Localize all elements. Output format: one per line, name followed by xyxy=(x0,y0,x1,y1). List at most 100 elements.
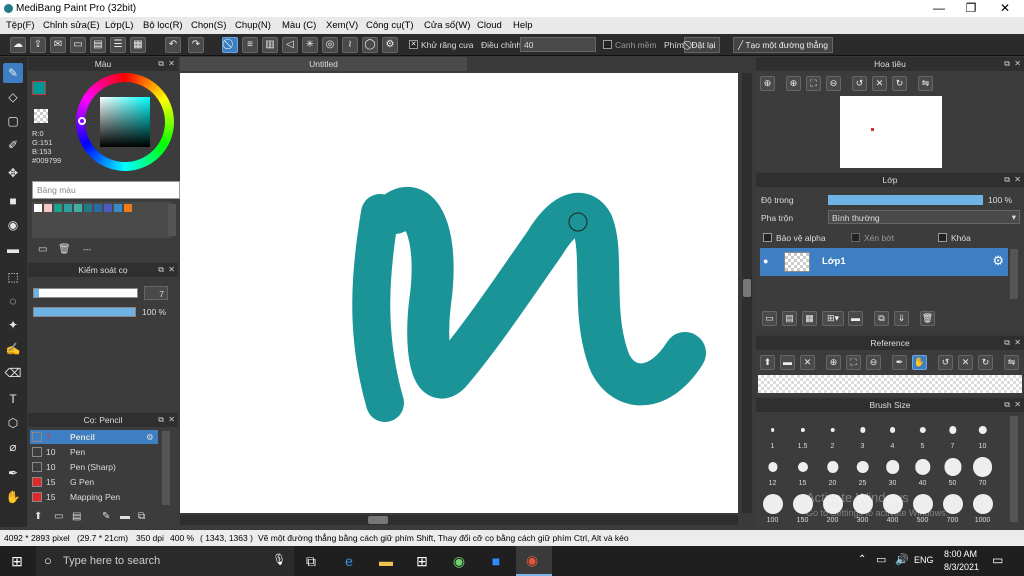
fill-rect-tool-icon[interactable]: ■ xyxy=(3,191,23,211)
close-panel-icon[interactable]: ✕ xyxy=(1014,57,1021,71)
menu-layer[interactable]: Lớp(L) xyxy=(105,20,133,31)
brush-size-option[interactable]: 70 xyxy=(968,451,997,488)
palette-swatch[interactable] xyxy=(34,204,42,212)
brush-size-option[interactable]: 50 xyxy=(938,451,967,488)
pen-tool-icon[interactable]: ✐ xyxy=(3,135,23,155)
close-panel-icon[interactable]: ✕ xyxy=(1014,336,1021,350)
new-brush-icon[interactable]: ▭ xyxy=(54,511,63,522)
brush-item[interactable]: 15 Mapping Pen xyxy=(30,490,158,504)
circle-snap-icon[interactable]: ◎ xyxy=(322,37,338,53)
rotate-left-icon[interactable]: ↺ xyxy=(938,355,953,370)
brush-size-option[interactable]: 10 xyxy=(968,414,997,451)
minimize-button[interactable]: — xyxy=(922,0,956,17)
straight-line-button[interactable]: ╱ Tạo một đường thẳng xyxy=(733,37,833,53)
store-icon[interactable]: ⊞ xyxy=(411,550,433,572)
brush-size-option[interactable]: 12 xyxy=(758,451,787,488)
task-view-icon[interactable]: ⧉ xyxy=(300,550,322,572)
brush-size-option[interactable]: 500 xyxy=(908,488,937,525)
brush-size-option[interactable]: 30 xyxy=(878,451,907,488)
flip-icon[interactable]: ⇋ xyxy=(1004,355,1019,370)
ellipse-snap-icon[interactable]: ◯ xyxy=(362,37,378,53)
document-icon[interactable]: ▤ xyxy=(90,37,106,53)
parallel-snap-icon[interactable]: ≡ xyxy=(242,37,258,53)
gear-icon[interactable]: ⚙ xyxy=(992,253,1004,269)
hue-handle[interactable] xyxy=(78,117,86,125)
visibility-icon[interactable]: ● xyxy=(763,256,768,266)
menu-select[interactable]: Chọn(S) xyxy=(191,20,226,31)
undock-icon[interactable]: ⧉ xyxy=(1004,398,1010,412)
zoom-in-icon[interactable]: ⊕ xyxy=(826,355,841,370)
copy-brush-icon[interactable]: ▤ xyxy=(72,511,81,522)
brush-size-scrollbar[interactable] xyxy=(1010,416,1018,522)
app-green-icon[interactable]: ◉ xyxy=(448,550,470,572)
canvas-tab[interactable]: Untitled xyxy=(180,57,467,71)
medibang-taskbar-button[interactable]: ◉ xyxy=(516,546,552,576)
antialias-checkbox[interactable]: ✕ xyxy=(409,40,418,49)
brush-size-option[interactable]: 1 xyxy=(758,414,787,451)
brush-list-scrollbar[interactable] xyxy=(162,431,170,505)
zoom-in-icon[interactable]: ⊕ xyxy=(760,76,775,91)
grid-icon[interactable]: ▦ xyxy=(130,37,146,53)
palette-scrollbar[interactable] xyxy=(168,204,176,236)
folder-icon[interactable]: ▬ xyxy=(120,511,130,522)
hand-icon[interactable]: ✋ xyxy=(912,355,927,370)
palette-swatch[interactable] xyxy=(124,204,132,212)
windows-start-icon[interactable]: ⊞ xyxy=(6,550,28,572)
no-snap-icon[interactable]: ⃠ xyxy=(222,37,238,53)
blend-mode-select[interactable]: Bình thường ▾ xyxy=(828,210,1020,224)
brush-item[interactable]: 10 Pen xyxy=(30,445,158,459)
magic-wand-icon[interactable]: ✦ xyxy=(3,315,23,335)
rotate-right-icon[interactable]: ↻ xyxy=(978,355,993,370)
brush-size-option[interactable]: 100 xyxy=(758,488,787,525)
flip-icon[interactable]: ⇋ xyxy=(918,76,933,91)
palette-swatch[interactable] xyxy=(44,204,52,212)
menu-file[interactable]: Tệp(F) xyxy=(6,20,35,31)
close-panel-icon[interactable]: ✕ xyxy=(1014,173,1021,187)
hscroll-thumb[interactable] xyxy=(368,516,388,524)
dot-tool-icon[interactable]: ▢ xyxy=(3,111,23,131)
brush-opacity-slider[interactable] xyxy=(33,307,136,317)
transparent-color-icon[interactable] xyxy=(34,109,48,123)
protect-alpha-checkbox[interactable] xyxy=(763,233,772,242)
radial-snap-icon[interactable]: ✳ xyxy=(302,37,318,53)
fit-icon[interactable]: ⛶ xyxy=(846,355,861,370)
layer-row[interactable]: ● Lớp1 ⚙ xyxy=(760,248,1008,276)
brush-item[interactable]: 10 Pen (Sharp) xyxy=(30,460,158,474)
palette-swatch[interactable] xyxy=(64,204,72,212)
navigator-preview[interactable] xyxy=(840,96,942,168)
select-pen-icon[interactable]: ✍ xyxy=(3,339,23,359)
duplicate-icon[interactable]: ⧉ xyxy=(138,511,145,522)
edit-brush-icon[interactable]: ✎ xyxy=(102,511,110,522)
close-panel-icon[interactable]: ✕ xyxy=(1014,398,1021,412)
edge-icon[interactable]: e xyxy=(338,550,360,572)
zoom-app-icon[interactable]: ■ xyxy=(485,550,507,572)
operation-tool-icon[interactable]: ⬡ xyxy=(3,413,23,433)
brush-size-option[interactable]: 1.5 xyxy=(788,414,817,451)
eyedropper-icon[interactable]: ✒ xyxy=(3,463,23,483)
menu-capture[interactable]: Chụp(N) xyxy=(235,20,271,31)
delete-layer-icon[interactable]: 🗑 xyxy=(920,311,935,326)
zoom-out-icon[interactable]: ⊖ xyxy=(866,355,881,370)
open-folder-icon[interactable]: ▬ xyxy=(780,355,795,370)
brush-size-value[interactable]: 7 xyxy=(144,286,168,300)
close-panel-icon[interactable]: ✕ xyxy=(168,263,175,277)
clipping-checkbox[interactable] xyxy=(851,233,860,242)
cloud-icon[interactable]: ☁ xyxy=(10,37,26,53)
menu-cloud[interactable]: Cloud xyxy=(477,20,502,31)
redo-icon[interactable]: ↷ xyxy=(188,37,204,53)
undock-icon[interactable]: ⧉ xyxy=(1004,336,1010,350)
canh-mem-checkbox[interactable] xyxy=(603,40,612,49)
palette-swatch[interactable] xyxy=(114,204,122,212)
new-halftone-layer-icon[interactable]: ▤ xyxy=(782,311,797,326)
menu-window[interactable]: Cửa số(W) xyxy=(424,20,470,31)
saturation-square[interactable] xyxy=(100,97,150,147)
tray-chevron-icon[interactable]: ⌃ xyxy=(858,554,866,565)
rotate-left-icon[interactable]: ↺ xyxy=(852,76,867,91)
settings-icon[interactable]: ⚙ xyxy=(382,37,398,53)
text-tool-icon[interactable]: T xyxy=(3,389,23,409)
volume-icon[interactable]: 🔊 xyxy=(895,553,909,566)
brush-size-option[interactable]: 25 xyxy=(848,451,877,488)
eyedropper-icon[interactable]: ✒ xyxy=(892,355,907,370)
new-palette-icon[interactable]: ▭ xyxy=(38,244,47,255)
chat-icon[interactable]: ▭ xyxy=(70,37,86,53)
